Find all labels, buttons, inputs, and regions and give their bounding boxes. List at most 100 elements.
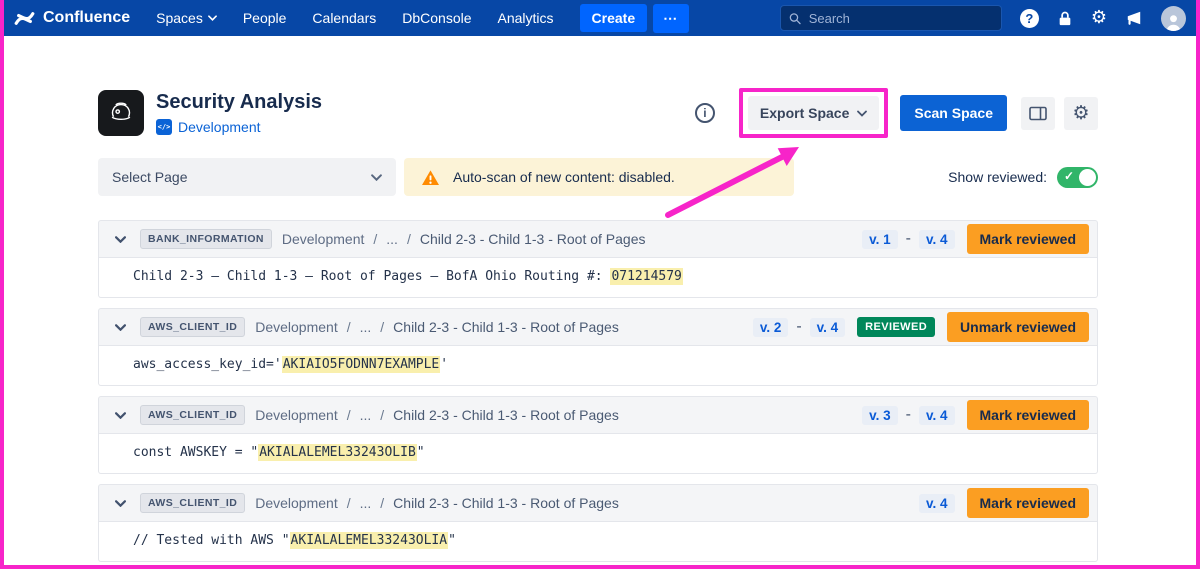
finding-actions: v. 1 - v. 4 Mark reviewed [862, 224, 1089, 254]
breadcrumb-separator: / [380, 319, 384, 335]
snippet-text: " [417, 445, 425, 460]
finding-header: AWS_CLIENT_ID Development / ... / Child … [98, 396, 1098, 434]
snippet-text: " [448, 533, 456, 548]
show-reviewed-control: Show reviewed: ✓ [948, 167, 1098, 188]
nav-search[interactable] [780, 5, 1002, 31]
person-icon [1164, 12, 1183, 31]
finding-card: AWS_CLIENT_ID Development / ... / Child … [98, 484, 1098, 562]
breadcrumb-space-link[interactable]: Development [255, 495, 338, 511]
nav-spaces[interactable]: Spaces [156, 10, 217, 26]
avatar[interactable] [1161, 6, 1186, 31]
breadcrumb-page-link[interactable]: Child 2-3 - Child 1-3 - Root of Pages [393, 407, 619, 423]
breadcrumb-space-link[interactable]: Development [255, 407, 338, 423]
nav-items: Spaces People Calendars DbConsole Analyt… [156, 4, 689, 33]
finding-header: AWS_CLIENT_ID Development / ... / Child … [98, 484, 1098, 522]
search-icon [789, 12, 801, 25]
collapse-chevron-icon[interactable] [111, 498, 130, 509]
nav-calendars[interactable]: Calendars [312, 10, 376, 26]
nav-spaces-label: Spaces [156, 10, 203, 26]
layout-icon[interactable] [1021, 97, 1055, 130]
version-separator: - [906, 230, 911, 248]
finding-snippet: const AWSKEY = "AKIALALEMEL33243OLIB" [98, 434, 1098, 474]
select-page-label: Select Page [112, 169, 188, 185]
space-link[interactable]: Development [178, 119, 261, 135]
settings-gear-icon[interactable]: ⚙ [1064, 97, 1098, 130]
confluence-home-link[interactable]: Confluence [14, 8, 130, 29]
app-icon [98, 90, 144, 136]
nav-dbconsole[interactable]: DbConsole [402, 10, 471, 26]
select-page-dropdown[interactable]: Select Page [98, 158, 396, 196]
search-input[interactable] [807, 10, 993, 27]
finding-snippet: aws_access_key_id='AKIAIO5FODNN7EXAMPLE' [98, 346, 1098, 386]
breadcrumb-ellipsis[interactable]: ... [360, 407, 372, 423]
reviewed-badge: REVIEWED [857, 317, 935, 337]
chevron-down-icon [208, 15, 217, 21]
title-block: Security Analysis </> Development [156, 91, 322, 135]
breadcrumb: Development / ... / Child 2-3 - Child 1-… [255, 407, 619, 423]
finding-actions: v. 4 Mark reviewed [919, 488, 1089, 518]
confluence-logo-icon [14, 8, 35, 29]
breadcrumb-ellipsis[interactable]: ... [360, 495, 372, 511]
warning-text: Auto-scan of new content: disabled. [453, 169, 675, 185]
breadcrumb-separator: / [373, 231, 377, 247]
mark-reviewed-button[interactable]: Mark reviewed [967, 224, 1090, 254]
finding-actions: v. 2 - v. 4 REVIEWED Unmark reviewed [753, 312, 1089, 342]
breadcrumb-page-link[interactable]: Child 2-3 - Child 1-3 - Root of Pages [420, 231, 646, 247]
toolbar: Select Page Auto-scan of new content: di… [98, 158, 1098, 196]
annotation-box: Export Space [739, 88, 888, 138]
breadcrumb-page-link[interactable]: Child 2-3 - Child 1-3 - Root of Pages [393, 495, 619, 511]
breadcrumb-page-link[interactable]: Child 2-3 - Child 1-3 - Root of Pages [393, 319, 619, 335]
warning-icon [421, 169, 440, 186]
autoscan-warning-banner: Auto-scan of new content: disabled. [404, 158, 794, 196]
breadcrumb-separator: / [347, 319, 351, 335]
show-reviewed-toggle[interactable]: ✓ [1057, 167, 1098, 188]
version-from-link[interactable]: v. 1 [862, 230, 898, 249]
breadcrumb-separator: / [407, 231, 411, 247]
version-from-link[interactable]: v. 3 [862, 406, 898, 425]
megaphone-icon[interactable] [1125, 10, 1143, 26]
collapse-chevron-icon[interactable] [111, 322, 130, 333]
collapse-chevron-icon[interactable] [111, 410, 130, 421]
breadcrumb-space-link[interactable]: Development [255, 319, 338, 335]
info-icon[interactable]: i [695, 103, 715, 123]
snippet-text: const AWSKEY = " [133, 445, 258, 460]
version-to-link[interactable]: v. 4 [919, 494, 955, 513]
finding-type-badge: BANK_INFORMATION [140, 229, 272, 249]
version-from-link[interactable]: v. 2 [753, 318, 789, 337]
unmark-reviewed-button[interactable]: Unmark reviewed [947, 312, 1089, 342]
top-nav: Confluence Spaces People Calendars DbCon… [0, 0, 1200, 36]
mark-reviewed-button[interactable]: Mark reviewed [967, 488, 1090, 518]
scan-space-button[interactable]: Scan Space [900, 95, 1007, 131]
breadcrumb-ellipsis[interactable]: ... [386, 231, 398, 247]
finding-header: BANK_INFORMATION Development / ... / Chi… [98, 220, 1098, 258]
mark-reviewed-button[interactable]: Mark reviewed [967, 400, 1090, 430]
help-icon[interactable]: ? [1020, 9, 1039, 28]
finding-type-badge: AWS_CLIENT_ID [140, 317, 245, 337]
breadcrumb-ellipsis[interactable]: ... [360, 319, 372, 335]
breadcrumb-space-link[interactable]: Development [282, 231, 365, 247]
breadcrumb-separator: / [347, 495, 351, 511]
gear-icon[interactable]: ⚙ [1091, 9, 1107, 27]
secret-highlight: AKIALALEMEL33243OLIA [290, 532, 449, 549]
export-space-button[interactable]: Export Space [748, 96, 879, 130]
snippet-text: Child 2-3 – Child 1-3 – Root of Pages – … [133, 269, 610, 284]
create-button[interactable]: Create [580, 4, 648, 32]
breadcrumb: Development / ... / Child 2-3 - Child 1-… [255, 319, 619, 335]
finding-snippet: // Tested with AWS "AKIALALEMEL33243OLIA… [98, 522, 1098, 562]
snippet-text: aws_access_key_id=' [133, 357, 282, 372]
nav-analytics[interactable]: Analytics [498, 10, 554, 26]
version-to-link[interactable]: v. 4 [919, 406, 955, 425]
space-line: </> Development [156, 119, 322, 135]
collapse-chevron-icon[interactable] [111, 234, 130, 245]
space-header: Security Analysis </> Development i Expo… [98, 88, 1098, 138]
breadcrumb-separator: / [380, 495, 384, 511]
lock-icon[interactable] [1057, 10, 1073, 27]
check-icon: ✓ [1064, 169, 1074, 183]
findings-list: BANK_INFORMATION Development / ... / Chi… [98, 220, 1098, 562]
version-to-link[interactable]: v. 4 [919, 230, 955, 249]
snippet-text: ' [440, 357, 448, 372]
version-to-link[interactable]: v. 4 [810, 318, 846, 337]
secret-highlight: 071214579 [610, 268, 682, 285]
nav-more-button[interactable]: ⋯ [653, 4, 689, 33]
nav-people[interactable]: People [243, 10, 287, 26]
